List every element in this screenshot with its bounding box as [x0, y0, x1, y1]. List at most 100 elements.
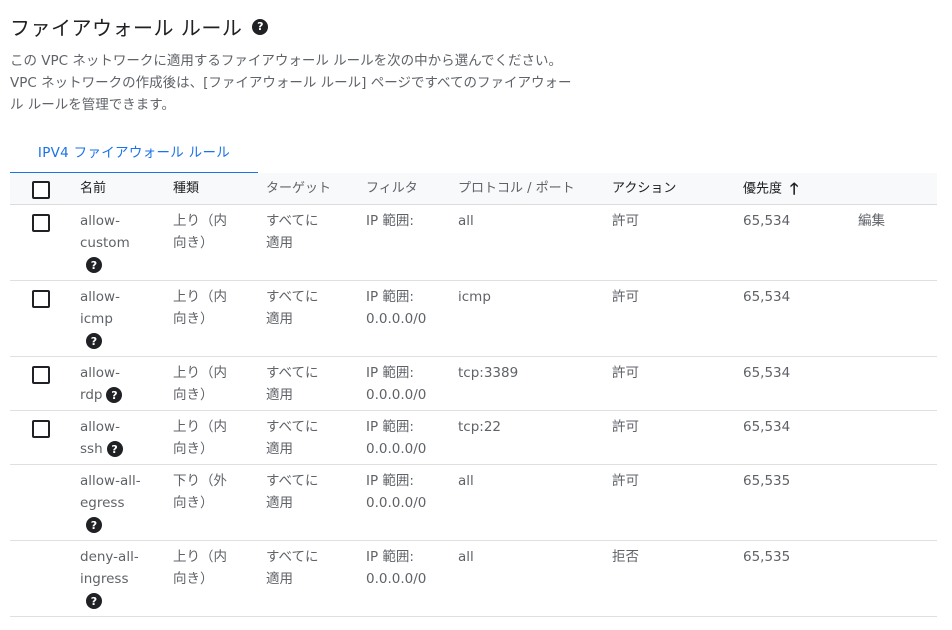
rule-filter-line: IP 範囲: — [366, 213, 414, 229]
rule-protocol: all — [458, 213, 474, 229]
rule-name[interactable]: allow-ssh? — [80, 416, 160, 460]
help-icon[interactable]: ? — [106, 387, 123, 403]
rule-target-line: すべてに — [266, 213, 319, 229]
rule-filter-line: IP 範囲: — [366, 473, 414, 489]
rule-target-line: 適用 — [266, 495, 293, 511]
rule-name[interactable]: allow-custom? — [80, 210, 160, 273]
rule-filter: IP 範囲: 0.0.0.0/0 — [366, 546, 456, 590]
rule-type-line: 上り（内 — [173, 213, 227, 229]
page-title: ファイアウォール ルール — [10, 16, 243, 40]
help-icon[interactable]: ? — [86, 257, 102, 273]
rule-action: 許可 — [612, 473, 639, 489]
rule-name-text: custom — [80, 235, 130, 251]
rule-target: すべてに 適用 — [266, 416, 346, 460]
rule-name-line: allow- — [80, 213, 120, 229]
rule-filter-line: 0.0.0.0/0 — [366, 387, 427, 403]
rule-name[interactable]: allow-rdp? — [80, 362, 160, 406]
rule-type: 下り（外向き） — [173, 470, 253, 514]
rule-filter-line: 0.0.0.0/0 — [366, 311, 427, 327]
rule-action: 許可 — [612, 419, 639, 435]
rule-protocol: all — [458, 473, 474, 489]
rule-name-text: icmp — [80, 311, 113, 327]
table-row: allow-rdp? 上り（内 向き） すべてに適用 IP 範囲: 0.0.0.0/0 tc… — [10, 357, 937, 411]
rule-name-text: ssh — [80, 441, 103, 457]
help-icon[interactable]: ? — [86, 333, 102, 349]
row-checkbox[interactable] — [32, 420, 50, 438]
rule-name-line: allow- — [80, 419, 120, 435]
row-checkbox[interactable] — [32, 214, 50, 232]
rule-filter-line: 0.0.0.0/0 — [366, 441, 427, 457]
rule-protocol: tcp:22 — [458, 419, 502, 435]
rule-type: 上り（内 向き） — [173, 286, 253, 330]
select-all-checkbox[interactable] — [32, 181, 50, 199]
table-row: allow-icmp? 上り（内 向き） すべてに適用 IP 範囲: 0.0.0.0/0 i… — [10, 281, 937, 357]
rule-name[interactable]: allow-icmp? — [80, 286, 160, 349]
rule-protocol: all — [458, 549, 474, 565]
rule-type-line: 下り（外 — [173, 473, 227, 489]
rule-name-line: ssh? — [80, 438, 160, 460]
column-header-protocol[interactable]: プロトコル / ポート — [458, 173, 608, 205]
rule-type: 上り（内 向き） — [173, 546, 253, 590]
rule-type-line: 向き） — [173, 495, 214, 511]
tab-ipv4-firewall-rules[interactable]: IPV4 ファイアウォール ルール — [10, 138, 258, 174]
help-icon[interactable]: ? — [86, 517, 102, 533]
rule-type-line: 上り（内 — [173, 549, 227, 565]
rule-filter-line: IP 範囲: — [366, 289, 414, 305]
rule-filter-line: IP 範囲: — [366, 419, 414, 435]
rule-priority: 65,534 — [743, 419, 791, 435]
table-header: 名前 種類 ターゲット フィルタ プロトコル / ポート アクション 優先度 🡑 — [10, 173, 937, 205]
rule-target-line: 適用 — [266, 311, 293, 327]
rule-type-line: 上り（内 — [173, 365, 227, 381]
rule-target-line: すべてに — [266, 549, 319, 565]
sort-ascending-icon[interactable]: 🡑 — [790, 173, 798, 205]
row-checkbox[interactable] — [32, 366, 50, 384]
rule-priority: 65,535 — [743, 549, 791, 565]
rule-target-line: 適用 — [266, 571, 293, 587]
rule-name-line: ingress — [80, 568, 160, 590]
rule-target-line: すべてに — [266, 473, 319, 489]
rule-filter-line: 0.0.0.0/0 — [366, 495, 427, 511]
rule-filter-line: IP 範囲: — [366, 365, 414, 381]
rule-filter: IP 範囲: 0.0.0.0/0 — [366, 470, 456, 514]
column-header-name[interactable]: 名前 — [80, 173, 160, 205]
rule-protocol: tcp:3389 — [458, 365, 519, 381]
edit-button[interactable]: 編集 — [858, 210, 918, 232]
column-header-type[interactable]: 種類 — [173, 173, 253, 205]
rule-name[interactable]: deny-all-ingress? — [80, 546, 160, 609]
help-icon[interactable]: ? — [86, 593, 102, 609]
rule-name-text: ingress — [80, 571, 129, 587]
rule-name-line: icmp — [80, 308, 160, 330]
rule-target: すべてに 適用 — [266, 362, 346, 406]
rule-name[interactable]: allow-all-egress? — [80, 470, 160, 533]
tab-bar: IPV4 ファイアウォール ルール — [10, 138, 258, 174]
rule-name-line: custom — [80, 232, 160, 254]
rule-protocol: icmp — [458, 289, 491, 305]
table-row: allow-custom? 上り（内 向き） すべてに 適用 IP 範囲: all 許可 65,… — [10, 205, 937, 281]
column-header-target[interactable]: ターゲット — [266, 173, 346, 205]
rule-type: 上り（内 向き） — [173, 362, 253, 406]
rule-target: すべてに 適用 — [266, 210, 346, 254]
rule-type: 上り（内 向き） — [173, 416, 253, 460]
rule-target-line: すべてに — [266, 419, 319, 435]
column-header-filter[interactable]: フィルタ — [366, 173, 456, 205]
rule-target-line: 適用 — [266, 387, 293, 403]
rule-name-line: rdp? — [80, 384, 160, 406]
rule-type-line: 向き） — [173, 441, 214, 457]
help-icon[interactable]: ? — [106, 441, 123, 457]
help-icon[interactable]: ? — [252, 18, 269, 35]
rule-target: すべてに 適用 — [266, 470, 346, 514]
rule-action: 拒否 — [612, 549, 639, 565]
rule-type: 上り（内 向き） — [173, 210, 253, 254]
rule-action: 許可 — [612, 289, 639, 305]
rule-target-line: すべてに — [266, 365, 319, 381]
rule-target-line: すべてに — [266, 289, 319, 305]
rule-name-line: allow- — [80, 365, 120, 381]
rule-action: 許可 — [612, 365, 639, 381]
firewall-rules-table: 名前 種類 ターゲット フィルタ プロトコル / ポート アクション 優先度 🡑 … — [10, 173, 937, 617]
rule-priority: 65,535 — [743, 473, 791, 489]
column-header-priority[interactable]: 優先度 🡑 — [743, 173, 853, 205]
rule-type-line: 上り（内 — [173, 289, 227, 305]
table-row: allow-ssh? 上り（内 向き） すべてに 適用 IP 範囲: 0.0.0.0/0 tc… — [10, 411, 937, 465]
column-header-action[interactable]: アクション — [612, 173, 712, 205]
row-checkbox[interactable] — [32, 290, 50, 308]
